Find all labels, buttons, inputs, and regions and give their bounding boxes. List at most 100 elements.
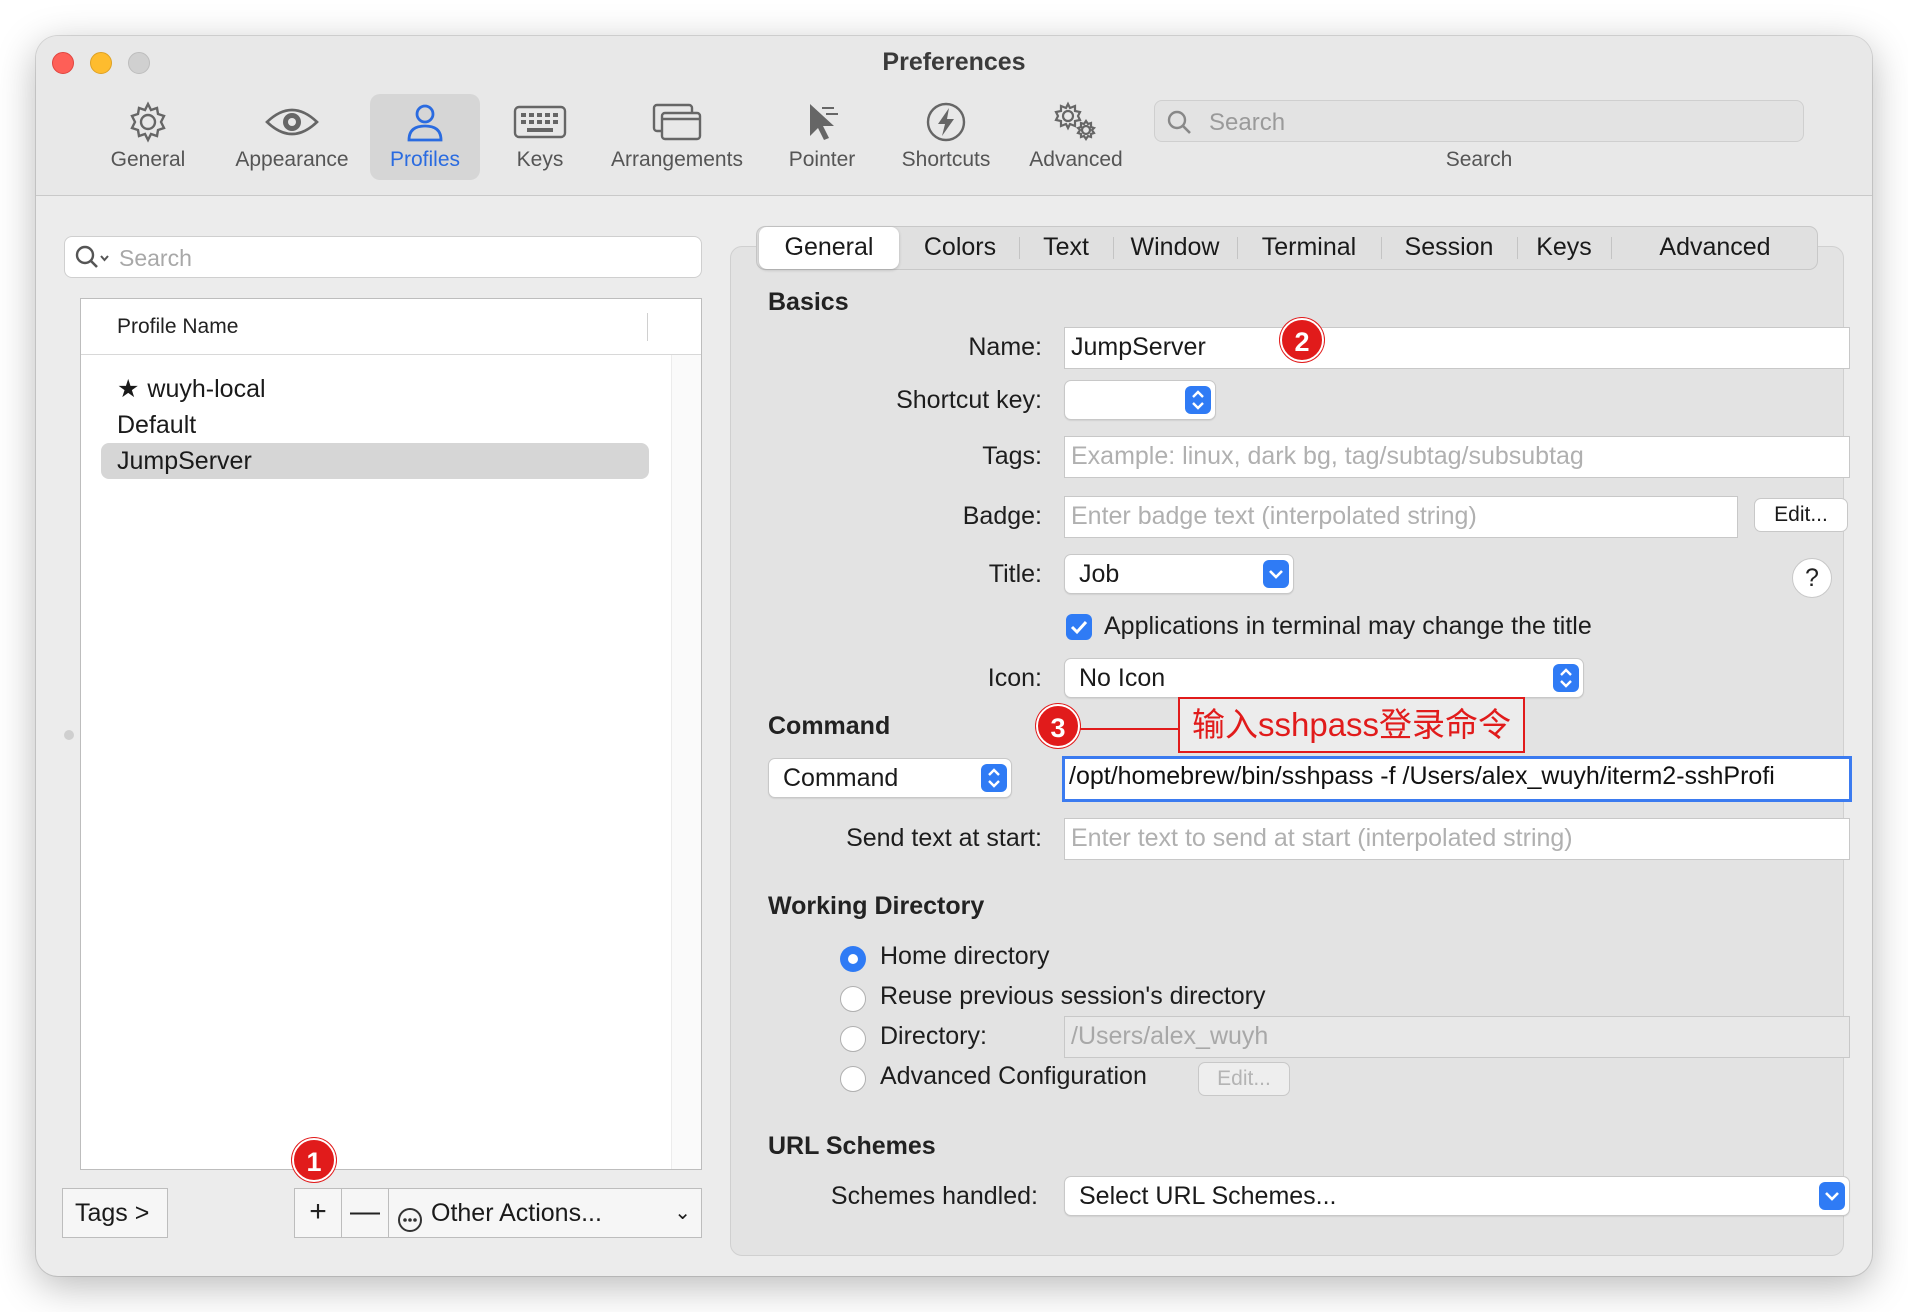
ellipsis-circle-icon [397, 1201, 423, 1249]
other-actions-button[interactable]: Other Actions... ⌄ [388, 1188, 702, 1238]
url-schemes-heading: URL Schemes [768, 1132, 936, 1160]
profile-search-placeholder: Search [119, 245, 192, 271]
star-icon: ★ [117, 375, 140, 403]
working-directory-heading: Working Directory [768, 892, 985, 920]
toolbar-search-field[interactable]: Search [1154, 100, 1804, 142]
keyboard-icon [498, 98, 582, 146]
tab-general[interactable]: General [759, 227, 899, 269]
custom-directory-radio[interactable] [840, 1026, 866, 1052]
chevron-up-down-icon [981, 764, 1007, 792]
tab-keys[interactable]: Keys [1521, 227, 1607, 269]
title-popup[interactable]: Job [1064, 554, 1294, 594]
column-divider [647, 313, 648, 341]
tab-session[interactable]: Session [1385, 227, 1513, 269]
profile-list-header[interactable]: Profile Name [81, 299, 701, 355]
tab-text[interactable]: Text [1023, 227, 1109, 269]
title-popup-value: Job [1079, 560, 1120, 588]
url-schemes-value: Select URL Schemes... [1079, 1182, 1337, 1210]
toolbar-appearance[interactable]: Appearance [222, 94, 362, 180]
toolbar-search-label: Search [1445, 148, 1513, 171]
chevron-up-down-icon [1553, 664, 1579, 692]
toolbar-advanced[interactable]: Advanced [1014, 94, 1138, 180]
toolbar-general[interactable]: General [100, 94, 196, 180]
profile-item-wuyh-local[interactable]: ★ wuyh-local [101, 371, 649, 407]
annotation-marker-3: 3 [1036, 704, 1080, 748]
tab-advanced[interactable]: Advanced [1615, 227, 1815, 269]
tab-window[interactable]: Window [1117, 227, 1233, 269]
split-view-handle[interactable] [64, 730, 74, 740]
tags-field[interactable]: Example: linux, dark bg, tag/subtag/subs… [1064, 436, 1850, 478]
shortcut-key-popup[interactable] [1064, 380, 1216, 420]
annotation-marker-2: 2 [1280, 318, 1324, 362]
toolbar-search-placeholder: Search [1209, 109, 1286, 136]
windows-icon [602, 98, 752, 146]
person-icon [370, 98, 480, 146]
home-directory-radio[interactable] [840, 946, 866, 972]
badge-edit-button[interactable]: Edit... [1754, 498, 1848, 532]
command-type-value: Command [783, 764, 899, 792]
toolbar-profiles[interactable]: Profiles [370, 94, 480, 180]
advanced-configuration-radio[interactable] [840, 1066, 866, 1092]
chevron-down-icon: ⌄ [674, 1202, 691, 1224]
home-directory-label: Home directory [880, 942, 1050, 970]
url-schemes-popup[interactable]: Select URL Schemes... [1064, 1176, 1850, 1216]
toolbar-keys[interactable]: Keys [498, 94, 582, 180]
preferences-window: Preferences General Appearance Profiles … [36, 36, 1872, 1276]
annotation-callout: 输入sshpass登录命令 [1178, 697, 1526, 753]
eye-icon [222, 98, 362, 146]
gear-icon [100, 98, 196, 146]
toolbar-pointer[interactable]: Pointer [772, 94, 872, 180]
tab-colors[interactable]: Colors [905, 227, 1015, 269]
remove-profile-button[interactable]: — [341, 1188, 389, 1238]
chevron-down-icon [1819, 1182, 1845, 1210]
command-type-popup[interactable]: Command [768, 758, 1012, 798]
icon-label: Icon: [987, 664, 1042, 692]
chevron-up-down-icon [1185, 386, 1211, 414]
name-field[interactable]: JumpServer [1064, 327, 1850, 369]
icon-popup[interactable]: No Icon [1064, 658, 1584, 698]
other-actions-label: Other Actions... [431, 1199, 602, 1227]
title-label: Title: [988, 560, 1042, 588]
profile-item-default[interactable]: Default [101, 407, 649, 443]
icon-popup-value: No Icon [1079, 664, 1166, 692]
toolbar-shortcuts[interactable]: Shortcuts [886, 94, 1006, 180]
help-button[interactable]: ? [1792, 558, 1832, 598]
profile-search-field[interactable]: Search [64, 236, 702, 278]
profile-item-jumpserver[interactable]: JumpServer [101, 443, 649, 479]
chevron-down-icon [1263, 560, 1289, 588]
profile-list: Profile Name ★ wuyh-local Default JumpSer… [80, 298, 702, 1170]
tags-label: Tags: [982, 442, 1042, 470]
gears-icon [1014, 98, 1138, 146]
search-icon [1167, 110, 1193, 141]
apps-change-title-label: Applications in terminal may change the … [1104, 612, 1592, 640]
schemes-handled-label: Schemes handled: [830, 1182, 1038, 1210]
add-profile-button[interactable]: + [294, 1188, 342, 1238]
profile-name-column: Profile Name [117, 315, 239, 338]
profile-list-scrollbar[interactable] [671, 355, 701, 1169]
command-field[interactable]: /opt/homebrew/bin/sshpass -f /Users/alex… [1062, 756, 1852, 802]
command-heading: Command [768, 712, 891, 740]
name-label: Name: [968, 333, 1042, 361]
shortcut-key-label: Shortcut key: [896, 386, 1042, 414]
badge-field[interactable]: Enter badge text (interpolated string) [1064, 496, 1738, 538]
reuse-directory-radio[interactable] [840, 986, 866, 1012]
send-text-field[interactable]: Enter text to send at start (interpolate… [1064, 818, 1850, 860]
basics-heading: Basics [768, 288, 849, 316]
window-title: Preferences [882, 48, 1026, 76]
toolbar-arrangements[interactable]: Arrangements [602, 94, 752, 180]
profile-tabs: General Colors Text Window Terminal Sess… [756, 226, 1818, 270]
search-icon [75, 245, 111, 276]
advanced-configuration-edit-button[interactable]: Edit... [1198, 1062, 1290, 1096]
directory-field[interactable]: /Users/alex_wuyh [1064, 1016, 1850, 1058]
apps-change-title-checkbox[interactable] [1066, 614, 1092, 640]
custom-directory-label: Directory: [880, 1022, 987, 1050]
send-text-label: Send text at start: [846, 824, 1042, 852]
badge-label: Badge: [962, 502, 1042, 530]
checkmark-icon [1070, 620, 1088, 635]
tab-terminal[interactable]: Terminal [1241, 227, 1377, 269]
advanced-configuration-label: Advanced Configuration [880, 1062, 1147, 1090]
tags-button[interactable]: Tags > [62, 1188, 168, 1238]
annotation-marker-1: 1 [292, 1138, 336, 1182]
cursor-icon [772, 98, 872, 146]
toolbar: Preferences General Appearance Profiles … [36, 36, 1872, 196]
